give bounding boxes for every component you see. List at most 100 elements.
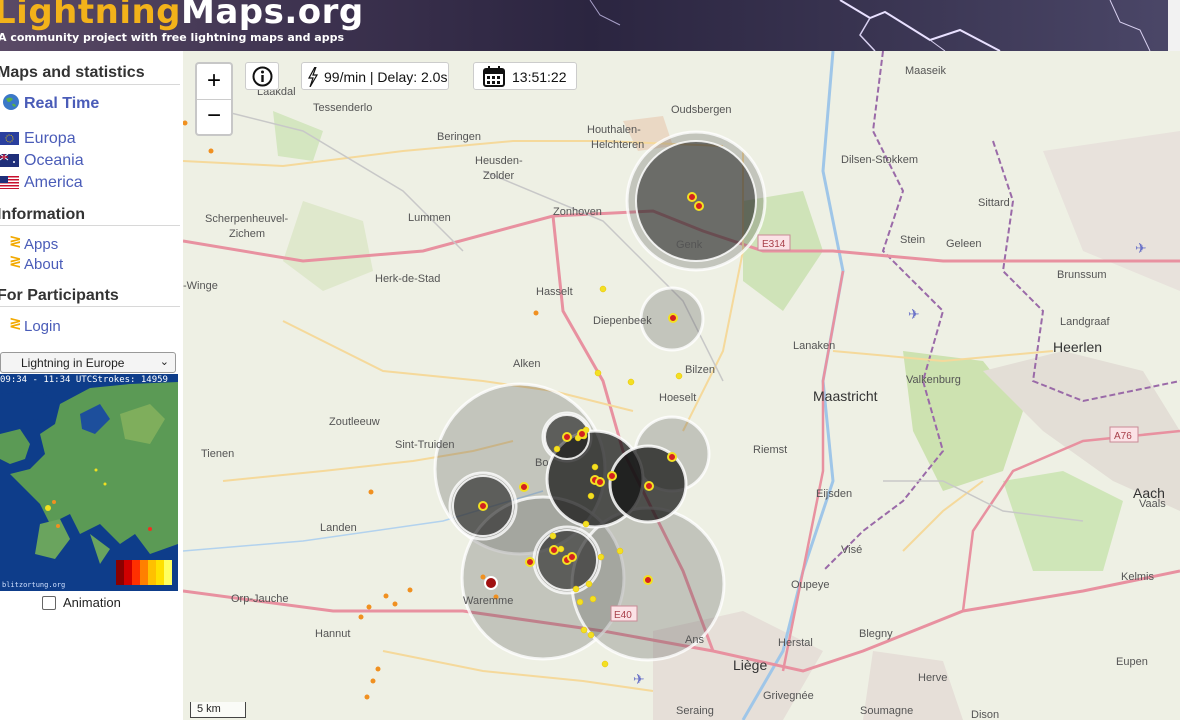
map-select[interactable]: Lightning in Europe ⌄ [0,352,176,373]
site-logo[interactable]: LightningMaps.org [0,0,364,32]
region-link-europa[interactable]: Europa [24,130,76,148]
chevron-down-icon: ⌄ [159,356,169,368]
map-select-value: Lightning in Europe [21,356,125,370]
place-label: Lummen [408,212,451,224]
time-indicator[interactable]: 13:51:22 [473,62,577,90]
place-label: Dilsen-Stokkem [841,154,918,166]
about-link[interactable]: About [24,256,63,273]
map-canvas: ✈ ✈ ✈ Laakdal Tessenderlo Beringen Houth… [183,51,1180,720]
lightning-map[interactable]: ✈ ✈ ✈ Laakdal Tessenderlo Beringen Houth… [183,51,1180,720]
highway-shield: E314 [757,234,791,251]
scale-label: 5 km [197,703,221,715]
place-label: Landen [320,522,357,534]
place-label: Hasselt [536,286,573,298]
place-label: Aach [1133,485,1165,501]
place-label: Herve [918,672,947,684]
place-label: Eupen [1116,656,1148,668]
place-label: Genk [676,239,703,251]
region-link-america[interactable]: America [24,174,83,192]
svg-text:A76: A76 [1114,431,1132,442]
animation-checkbox[interactable] [42,596,56,610]
usa-flag-icon [0,176,19,189]
realtime-link[interactable]: Real Time [24,95,99,113]
strike-rate-indicator: 99/min | Delay: 2.0s [301,62,449,90]
sidebar: Maps and statistics Real Time Europa Oce… [0,51,183,720]
place-label: Maastricht [813,388,878,404]
place-label: Zoutleeuw [329,416,380,428]
globe-icon [3,94,19,110]
minimap-caption: 09:34 - 11:34 UTCStrokes: 14959 [0,375,168,385]
place-label: Brunssum [1057,269,1107,281]
place-label: Herk-de-Stad [375,273,440,285]
place-label: Zolder [483,170,515,182]
place-label: Sittard [978,197,1010,209]
divider [0,306,180,307]
lightning-bullet-icon: ≷ [9,232,22,250]
place-label: Maaseik [905,65,946,77]
place-label: Beringen [437,131,481,143]
lightning-bolt-icon [307,67,319,87]
zoom-control: + − [195,62,233,136]
place-label: Oupeye [791,579,830,591]
place-label: Lanaken [793,340,835,352]
place-label: Bilzen [685,364,715,376]
information-heading: Information [0,206,85,223]
info-icon [252,66,273,87]
place-label: Scherpenheuvel- [205,213,289,225]
info-button[interactable] [245,62,279,90]
place-label: Zichem [229,228,265,240]
apps-link[interactable]: Apps [24,236,58,253]
place-label: Helchteren [591,139,644,151]
zoom-in-button[interactable]: + [197,64,231,100]
airport-icon: ✈ [1135,241,1147,257]
place-label: Hannut [315,628,350,640]
site-tagline: A community project with free lightning … [0,31,344,44]
lightning-bullet-icon: ≷ [9,252,22,270]
participants-heading: For Participants [0,287,119,304]
latest-strike-marker [484,576,498,590]
login-link[interactable]: Login [24,318,61,335]
scale-bar: 5 km [190,702,246,718]
animation-label: Animation [63,595,121,610]
zoom-out-button[interactable]: − [197,99,231,134]
maps-heading: Maps and statistics [0,64,145,81]
place-label: Visé [841,544,862,556]
place-label: Herstal [778,637,813,649]
australia-flag-icon [0,154,19,167]
place-label: Kelmis [1121,571,1155,583]
place-label: -Winge [183,280,218,292]
place-label: Eijsden [816,488,852,500]
place-label: Oudsbergen [671,104,732,116]
place-label: Blegny [859,628,893,640]
region-link-oceania[interactable]: Oceania [24,152,84,170]
place-label: Alken [513,358,541,370]
place-label: Landgraaf [1060,316,1110,328]
place-label: Ans [685,634,704,646]
svg-text:E40: E40 [614,610,632,621]
eu-flag-icon [0,132,19,145]
place-label: Hoeselt [659,392,696,404]
place-label: Dison [971,709,999,720]
divider [0,84,180,85]
place-label: Geleen [946,238,981,250]
place-label: Riemst [753,444,787,456]
place-label: Valkenburg [906,374,961,386]
place-label: Heusden- [475,155,523,167]
airport-icon: ✈ [633,672,645,688]
lightning-bullet-icon: ≷ [9,314,22,332]
place-label: Liège [733,657,767,673]
place-label: Sint-Truiden [395,439,455,451]
svg-text:E314: E314 [762,239,786,250]
europe-minimap[interactable]: blitzortung.org 09:34 - 11:34 UTCStrokes… [0,374,178,591]
clock-text: 13:51:22 [512,69,567,85]
airport-icon: ✈ [908,307,920,323]
place-label: Stein [900,234,925,246]
highway-shield: A76 [1109,426,1139,443]
place-label: Tienen [201,448,234,460]
place-label: Tessenderlo [313,102,372,114]
site-header: LightningMaps.org A community project wi… [0,0,1180,51]
place-label: Zonhoven [553,206,602,218]
place-label: Grivegnée [763,690,814,702]
divider [0,225,180,226]
place-label: Houthalen- [587,124,641,136]
